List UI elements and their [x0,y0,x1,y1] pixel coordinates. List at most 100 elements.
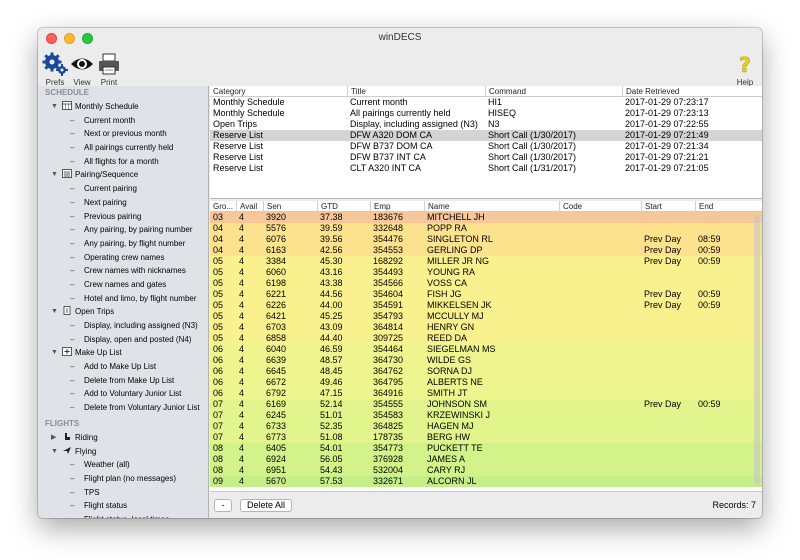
sidebar-item-next-or-previous-month[interactable]: – Next or previous month [38,127,208,141]
table-row[interactable]: Reserve List DFW B737 DOM CA Short Call (1… [210,141,762,152]
sidebar-group-pairing-sequence[interactable]: ▼ Pairing/Sequence [38,168,208,182]
disclosure-collapsed-icon[interactable]: ▶ [51,431,56,445]
disclosure-expanded-icon[interactable]: ▼ [51,346,58,360]
sidebar-item-crew-names-with-nicknames[interactable]: – Crew names with nicknames [38,264,208,278]
table-row[interactable]: Open Trips Display, including assigned (N… [210,119,762,130]
sidebar-item-current-month[interactable]: – Current month [38,114,208,128]
sidebar-item-display-including-assigned-n3[interactable]: – Display, including assigned (N3) [38,319,208,333]
table-row[interactable]: 04 4 5576 39.59 332648 POPP RA [210,223,762,234]
table-row[interactable]: 08 4 6405 54.01 354773 PUCKETT TE [210,443,762,454]
disclosure-expanded-icon[interactable]: ▼ [51,100,58,114]
table-row[interactable]: 06 4 6672 49.46 364795 ALBERTS NE [210,377,762,388]
table-row[interactable]: 07 4 6733 52.35 364825 HAGEN MJ [210,421,762,432]
table-cell: 4 [239,311,245,321]
table-cell: 2017-01-29 07:21:05 [625,163,709,173]
remove-button[interactable]: - [214,499,232,512]
table-cell: HISEQ [488,108,517,118]
table-row[interactable]: 09 4 5670 57.53 332671 ALCORN JL [210,476,762,487]
sidebar-item-flight-status[interactable]: – Flight status [38,499,208,513]
column-header-sen[interactable]: Sen [263,201,281,212]
table-row[interactable]: 05 4 6198 43.38 354566 VOSS CA [210,278,762,289]
sidebar-item-add-to-voluntary-junior-list[interactable]: – Add to Voluntary Junior List [38,387,208,401]
table-row[interactable]: 05 4 6703 43.09 364814 HENRY GN [210,322,762,333]
table-row[interactable]: 05 4 6060 43.16 354493 YOUNG RA [210,267,762,278]
prefs-button[interactable]: Prefs [40,52,70,87]
table-row[interactable]: 06 4 6792 47.15 364916 SMITH JT [210,388,762,399]
table-row[interactable]: 05 4 6858 44.40 309725 REED DA [210,333,762,344]
view-button[interactable]: View [67,52,97,87]
column-header-date-retrieved[interactable]: Date Retrieved [622,86,679,97]
sidebar-group-flying[interactable]: ▼ Flying [38,445,208,459]
delete-all-button[interactable]: Delete All [240,499,292,512]
column-header-end[interactable]: End [695,201,713,212]
sidebar-item-hotel-and-limo-by-flight-number[interactable]: – Hotel and limo, by flight number [38,292,208,306]
zoom-window-button[interactable] [82,33,93,44]
disclosure-expanded-icon[interactable]: ▼ [51,445,58,459]
sidebar-item-delete-from-voluntary-junior-list[interactable]: – Delete from Voluntary Junior List [38,401,208,415]
sidebar-item-flight-status-local-times[interactable]: – Flight status, local times [38,513,208,518]
table-row[interactable]: 07 4 6773 51.08 178735 BERG HW [210,432,762,443]
disclosure-expanded-icon[interactable]: ▼ [51,168,58,182]
table-row[interactable]: 07 4 6169 52.14 354555 JOHNSON SM Prev Day 00:5… [210,399,762,410]
vertical-scrollbar[interactable] [754,215,760,485]
disclosure-expanded-icon[interactable]: ▼ [51,305,58,319]
close-window-button[interactable] [46,33,57,44]
sidebar-item-any-pairing-by-pairing-number[interactable]: – Any pairing, by pairing number [38,223,208,237]
sidebar-item-crew-names-and-gates[interactable]: – Crew names and gates [38,278,208,292]
table-row[interactable]: Reserve List DFW A320 DOM CA Short Call (1… [210,130,762,141]
table-row[interactable]: 06 4 6645 48.45 364762 SORNA DJ [210,366,762,377]
sidebar-item-next-pairing[interactable]: – Next pairing [38,196,208,210]
column-header-name[interactable]: Name [424,201,449,212]
column-header-category[interactable]: Category [210,86,245,97]
column-header-code[interactable]: Code [559,201,582,212]
table-cell: 4 [239,278,245,288]
table-row[interactable]: Monthly Schedule Current month HI1 2017-01-… [210,97,762,108]
sidebar-item-current-pairing[interactable]: – Current pairing [38,182,208,196]
table-row[interactable]: 05 4 3384 45.30 168292 MILLER JR NG Prev Day 00… [210,256,762,267]
sidebar-item-weather-all[interactable]: – Weather (all) [38,458,208,472]
table-row[interactable]: Reserve List DFW B737 INT CA Short Call (1… [210,152,762,163]
table-cell: HAGEN MJ [427,421,474,431]
table-row[interactable]: 08 4 6924 56.05 376928 JAMES A [210,454,762,465]
column-header-group[interactable]: Gro... [210,201,233,212]
column-header-gtd[interactable]: GTD [317,201,338,212]
column-header-avail[interactable]: Avail [236,201,257,212]
sidebar-item-all-pairings-currently-held[interactable]: – All pairings currently held [38,141,208,155]
help-button[interactable]: ? Help [730,52,760,87]
table-row[interactable]: 04 4 6163 42.56 354553 GERLING DP Prev Day 00:5… [210,245,762,256]
sidebar-item-tps[interactable]: – TPS [38,486,208,500]
table-row[interactable]: 05 4 6221 44.56 354604 FISH JG Prev Day 00:59 [210,289,762,300]
sidebar-item-all-flights-for-a-month[interactable]: – All flights for a month [38,155,208,169]
table-cell: 4 [239,256,245,266]
table-row[interactable]: 05 4 6226 44.00 354591 MIKKELSEN JK Prev Day 00… [210,300,762,311]
sidebar-group-open-trips[interactable]: ▼ Open Trips [38,305,208,319]
sidebar-group-make-up-list[interactable]: ▼ Make Up List [38,346,208,360]
sidebar-item-any-pairing-by-flight-number[interactable]: – Any pairing, by flight number [38,237,208,251]
table-row[interactable]: 04 4 6076 39.56 354476 SINGLETON RL Prev Day 08… [210,234,762,245]
table-cell: 51.08 [320,432,343,442]
sidebar-group-monthly-schedule[interactable]: ▼ Monthly Schedule [38,100,208,114]
sidebar-group-riding[interactable]: ▶ Riding [38,431,208,445]
table-cell: 04 [213,245,224,255]
minimize-window-button[interactable] [64,33,75,44]
table-row[interactable]: 06 4 6040 46.59 354464 SIEGELMAN MS [210,344,762,355]
sidebar-item-operating-crew-names[interactable]: – Operating crew names [38,251,208,265]
sidebar-item-flight-plan-no-messages[interactable]: – Flight plan (no messages) [38,472,208,486]
sidebar-item-previous-pairing[interactable]: – Previous pairing [38,210,208,224]
column-header-emp[interactable]: Emp [370,201,390,212]
sidebar-item-delete-from-make-up-list[interactable]: – Delete from Make Up List [38,374,208,388]
print-button[interactable]: Print [94,52,124,87]
table-cell: 4 [239,476,245,486]
table-row[interactable]: Monthly Schedule All pairings currently h… [210,108,762,119]
table-row[interactable]: Reserve List CLT A320 INT CA Short Call (1… [210,163,762,174]
table-row[interactable]: 08 4 6951 54.43 532004 CARY RJ [210,465,762,476]
table-row[interactable]: 05 4 6421 45.25 354793 MCCULLY MJ [210,311,762,322]
table-row[interactable]: 03 4 3920 37.38 183676 MITCHELL JH [210,212,762,223]
column-header-start[interactable]: Start [641,201,662,212]
sidebar-item-add-to-make-up-list[interactable]: – Add to Make Up List [38,360,208,374]
table-row[interactable]: 07 4 6245 51.01 354583 KRZEWINSKI J [210,410,762,421]
sidebar-item-display-open-and-posted-n4[interactable]: – Display, open and posted (N4) [38,333,208,347]
column-header-title[interactable]: Title [347,86,366,97]
table-row[interactable]: 06 4 6639 48.57 364730 WILDE GS [210,355,762,366]
column-header-command[interactable]: Command [485,86,526,97]
